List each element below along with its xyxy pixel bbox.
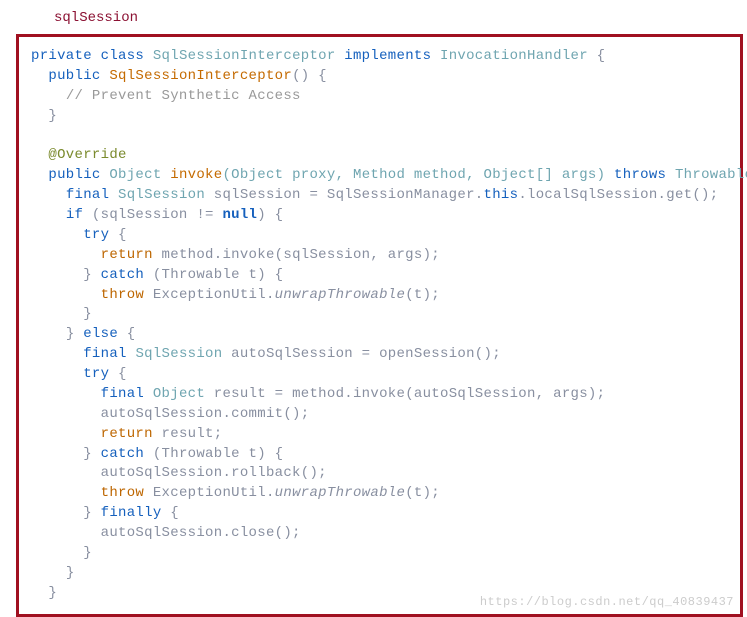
code-line: } catch (Throwable t) { (31, 445, 728, 465)
kw-final: final (83, 346, 127, 362)
code-line: } (31, 107, 728, 127)
code-line: final Object result = method.invoke(auto… (31, 385, 728, 405)
kw-public: public (48, 167, 100, 183)
code-line: } else { (31, 325, 728, 345)
kw-final: final (66, 187, 110, 203)
kw-try: try (83, 227, 109, 243)
type-name: InvocationHandler (440, 48, 588, 64)
kw-public: public (48, 68, 100, 84)
code-line: } finally { (31, 504, 728, 524)
code-line: @Override (31, 146, 728, 166)
code-line: if (sqlSession != null) { (31, 206, 728, 226)
kw-this: this (484, 187, 519, 203)
code-line: autoSqlSession.close(); (31, 524, 728, 544)
kw-return: return (101, 247, 153, 263)
code-line: public SqlSessionInterceptor() { (31, 67, 728, 87)
code-line: } (31, 544, 728, 564)
kw-throws: throws (614, 167, 666, 183)
kw-catch: catch (101, 267, 145, 283)
code-line: } (31, 564, 728, 584)
code-line: final SqlSession autoSqlSession = openSe… (31, 345, 728, 365)
kw-return: return (101, 426, 153, 442)
code-line: try { (31, 365, 728, 385)
method-invoke: invoke (170, 167, 222, 183)
kw-null: null (222, 207, 257, 223)
comment: // Prevent Synthetic Access (66, 88, 301, 104)
kw-class: class (101, 48, 145, 64)
code-line: autoSqlSession.commit(); (31, 405, 728, 425)
watermark: https://blog.csdn.net/qq_40839437 (480, 594, 734, 611)
static-method: unwrapThrowable (275, 485, 406, 501)
kw-implements: implements (344, 48, 431, 64)
kw-finally: finally (101, 505, 162, 521)
code-line: autoSqlSession.rollback(); (31, 464, 728, 484)
type-sqlsession: SqlSession (118, 187, 205, 203)
code-line: public Object invoke(Object proxy, Metho… (31, 166, 728, 186)
static-method: unwrapThrowable (275, 287, 406, 303)
code-line: } catch (Throwable t) { (31, 266, 728, 286)
snippet-title: sqlSession (54, 10, 747, 26)
kw-if: if (66, 207, 83, 223)
kw-final: final (101, 386, 145, 402)
kw-throw: throw (101, 485, 145, 501)
kw-try: try (83, 366, 109, 382)
code-line: return method.invoke(sqlSession, args); (31, 246, 728, 266)
code-line: return result; (31, 425, 728, 445)
code-line: final SqlSession sqlSession = SqlSession… (31, 186, 728, 206)
kw-catch: catch (101, 446, 145, 462)
kw-private: private (31, 48, 92, 64)
kw-else: else (83, 326, 118, 342)
constructor-name: SqlSessionInterceptor (109, 68, 292, 84)
code-line (31, 127, 728, 147)
type-sqlsession: SqlSession (135, 346, 222, 362)
code-line: } (31, 305, 728, 325)
code-line: throw ExceptionUtil.unwrapThrowable(t); (31, 286, 728, 306)
kw-throw: throw (101, 287, 145, 303)
type-object: Object (109, 167, 161, 183)
code-container: private class SqlSessionInterceptor impl… (16, 34, 743, 617)
code-line: try { (31, 226, 728, 246)
code-line: throw ExceptionUtil.unwrapThrowable(t); (31, 484, 728, 504)
code-line: private class SqlSessionInterceptor impl… (31, 47, 728, 67)
type-name: SqlSessionInterceptor (153, 48, 336, 64)
code-line: // Prevent Synthetic Access (31, 87, 728, 107)
annotation-override: @Override (48, 147, 126, 163)
